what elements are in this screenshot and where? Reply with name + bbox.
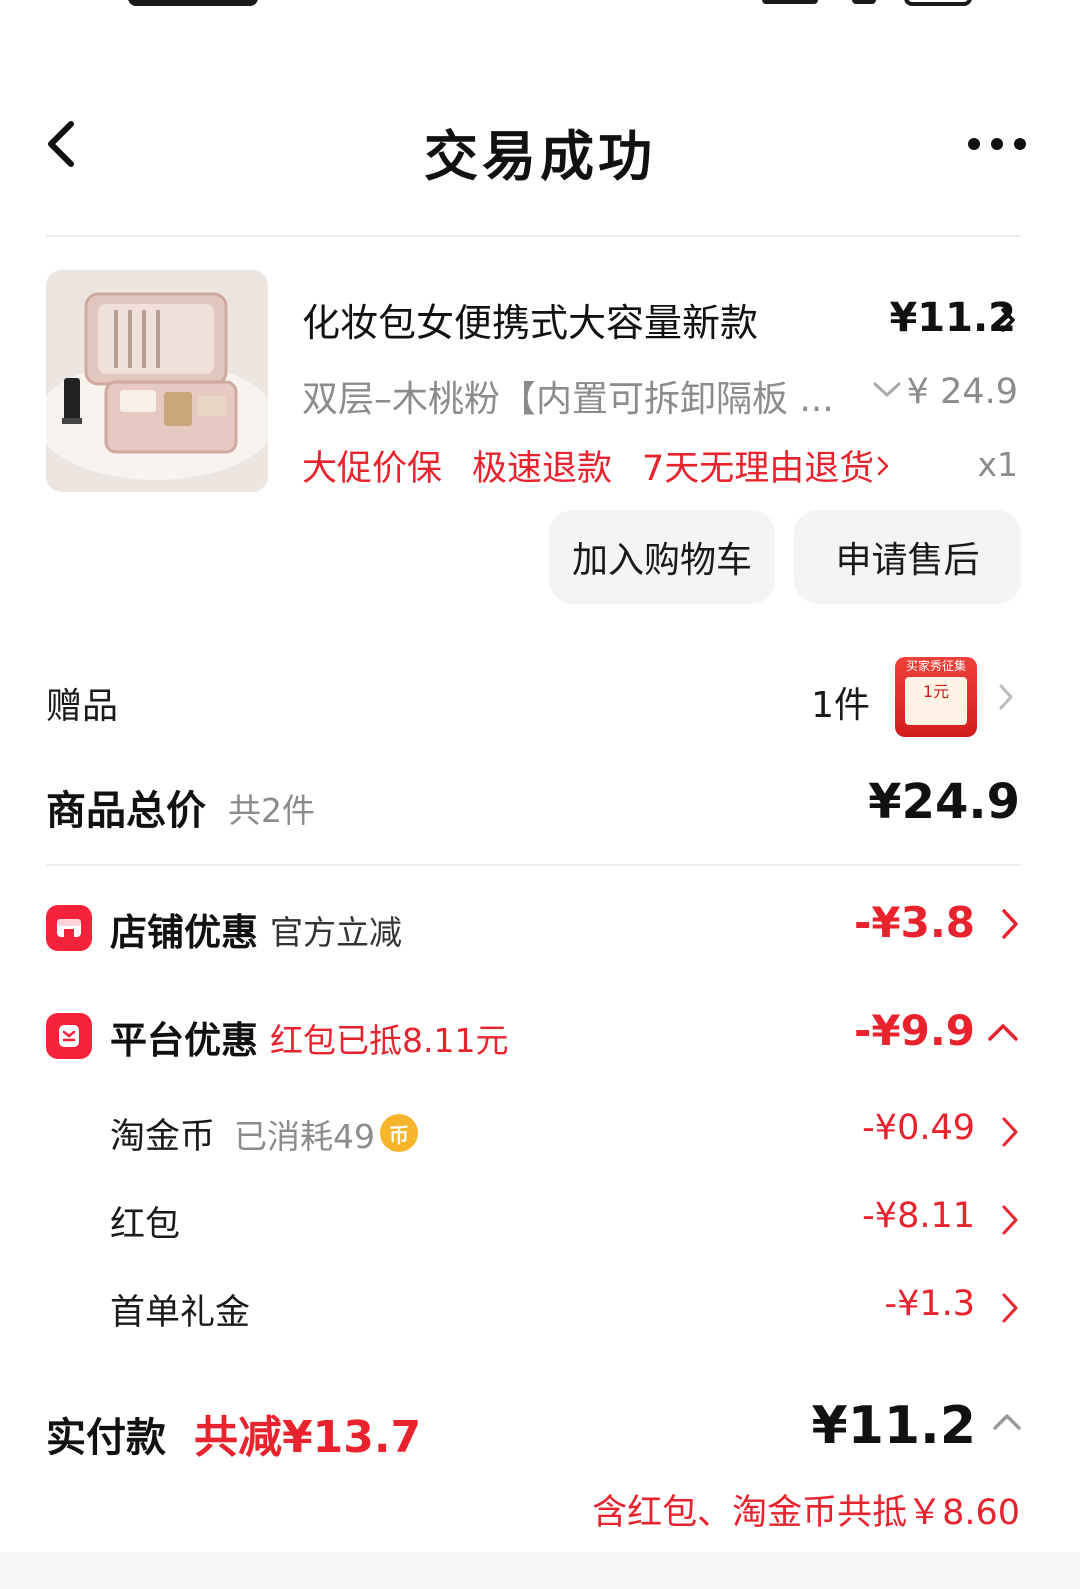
coin-icon: 币 — [380, 1114, 418, 1152]
gift-thumbnail[interactable]: 买家秀征集 1元 — [895, 657, 977, 737]
taojinbi-value: -¥0.49 — [862, 1108, 975, 1148]
chevron-right-icon[interactable] — [1001, 1292, 1019, 1328]
taojinbi-note: 已消耗49 — [234, 1117, 375, 1156]
gift-thumb-caption: 买家秀征集 — [905, 659, 966, 673]
platform-discount-label: 平台优惠 — [110, 1019, 258, 1062]
more-menu-button[interactable] — [962, 116, 1032, 172]
shop-discount-value: -¥3.8 — [853, 898, 975, 947]
total-value: ¥24.9 — [868, 774, 1020, 830]
shop-discount-sub: 官方立减 — [270, 913, 402, 952]
chevron-right-icon[interactable] — [1001, 1204, 1019, 1240]
more-dots-icon — [968, 138, 980, 150]
shop-icon — [46, 905, 92, 951]
cosmetic-bag-photo-icon — [46, 270, 268, 492]
product-image[interactable] — [46, 270, 268, 492]
status-time — [128, 0, 258, 6]
platform-discount-row[interactable]: 平台优惠 红包已抵8.11元 -¥9.9 — [46, 1006, 1021, 1066]
platform-discount-icon — [46, 1013, 92, 1059]
wifi-icon — [852, 0, 876, 4]
taojinbi-row[interactable]: 淘金币 已消耗49 币 -¥0.49 — [110, 1104, 1021, 1160]
tag-7day-return[interactable]: 7天无理由退货 — [642, 440, 874, 491]
chevron-right-icon[interactable] — [1001, 908, 1019, 944]
platform-discount-value: -¥9.9 — [853, 1006, 975, 1055]
page-title: 交易成功 — [424, 125, 656, 188]
product-name[interactable]: 化妆包女便携式大容量新款 — [302, 292, 758, 347]
platform-discount-sub: 红包已抵8.11元 — [270, 1021, 509, 1060]
paid-label: 实付款 — [46, 1415, 166, 1461]
red-packet-row[interactable]: 红包 -¥8.11 — [110, 1192, 1021, 1248]
chevron-up-icon[interactable] — [987, 1022, 1019, 1046]
chevron-right-icon[interactable] — [1001, 1116, 1019, 1152]
chevron-up-icon[interactable] — [992, 1412, 1022, 1436]
first-order-gift-value: -¥1.3 — [884, 1284, 975, 1324]
red-packet-label: 红包 — [110, 1205, 181, 1245]
gift-thumb-card: 1元 — [905, 677, 967, 725]
paid-saved: 共减¥13.7 — [194, 1412, 422, 1463]
chevron-right-icon[interactable] — [996, 682, 1016, 712]
header-divider — [46, 235, 1021, 237]
chevron-down-icon[interactable] — [872, 380, 902, 404]
order-detail-page: 交易成功 化妆包女便携式大容量新款 ¥11.2 双层–木桃粉【内置可拆卸隔板 .… — [0, 0, 1080, 1589]
paid-value: ¥11.2 — [811, 1396, 976, 1456]
apply-after-sales-button[interactable]: 申请售后 — [794, 510, 1021, 604]
total-item-count: 共2件 — [228, 791, 315, 830]
original-price: ¥ 24.9 — [906, 372, 1018, 412]
product-quantity: x1 — [977, 445, 1018, 484]
nav-header: 交易成功 — [0, 96, 1080, 196]
gift-count[interactable]: 1件 — [811, 676, 870, 728]
shop-discount-label: 店铺优惠 — [110, 911, 258, 954]
battery-icon — [904, 0, 972, 6]
red-packet-value: -¥8.11 — [862, 1196, 975, 1236]
first-order-gift-label: 首单礼金 — [110, 1293, 251, 1333]
gift-label: 赠品 — [46, 686, 119, 727]
bottom-bar — [0, 1552, 1080, 1589]
service-tags: 大促价保 极速退款 7天无理由退货 — [302, 440, 890, 491]
tag-price-protect: 大促价保 — [302, 449, 443, 489]
signal-icon — [762, 0, 818, 4]
add-to-cart-button[interactable]: 加入购物车 — [549, 510, 775, 604]
product-sku[interactable]: 双层–木桃粉【内置可拆卸隔板 ... — [302, 370, 862, 422]
status-bar — [0, 0, 1080, 14]
shop-discount-row[interactable]: 店铺优惠 官方立减 -¥3.8 — [46, 898, 1021, 958]
first-order-gift-row[interactable]: 首单礼金 -¥1.3 — [110, 1280, 1021, 1336]
paid-deduction-note: 含红包、淘金币共抵￥8.60 — [592, 1493, 1020, 1533]
total-divider — [46, 864, 1021, 866]
chevron-right-icon[interactable] — [998, 306, 1018, 334]
tag-fast-refund: 极速退款 — [472, 449, 613, 489]
taojinbi-label: 淘金币 — [110, 1117, 216, 1157]
total-label: 商品总价 — [46, 788, 206, 834]
chevron-right-icon[interactable] — [876, 454, 890, 478]
